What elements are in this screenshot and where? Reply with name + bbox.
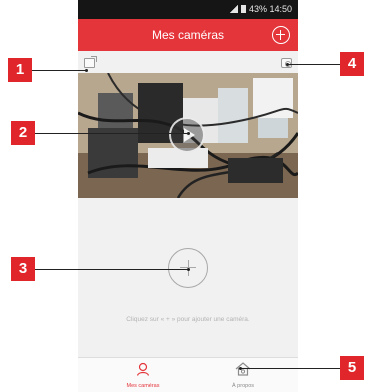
tab-bar: Mes caméras À propos <box>78 357 298 392</box>
callout-1-leader <box>32 70 86 71</box>
callout-1: 1 <box>8 58 32 82</box>
tab-about-label: À propos <box>231 383 254 389</box>
page-title: Mes caméras <box>151 28 225 42</box>
callout-2-leader <box>35 133 188 134</box>
tab-my-cameras-label: Mes caméras <box>126 383 160 389</box>
app-header: Mes caméras <box>78 19 298 51</box>
callout-3-dot <box>187 268 190 271</box>
callout-4-leader <box>287 64 340 65</box>
person-icon <box>136 362 150 376</box>
tab-about[interactable]: À propos <box>203 362 283 389</box>
callout-2-dot <box>187 132 190 135</box>
status-bar: 43% 14:50 <box>78 0 298 19</box>
tab-my-cameras[interactable]: Mes caméras <box>103 362 183 389</box>
callout-4-dot <box>286 63 289 66</box>
callout-1-dot <box>85 69 88 72</box>
callout-5-dot <box>239 367 242 370</box>
callout-4: 4 <box>340 52 364 76</box>
add-camera-button[interactable] <box>272 26 290 44</box>
share-icon[interactable] <box>84 56 97 68</box>
callout-5-leader <box>240 368 340 369</box>
status-text: 43% 14:50 <box>248 4 292 14</box>
callout-3: 3 <box>11 257 35 281</box>
battery-icon <box>240 5 246 13</box>
add-camera-hint: Cliquez sur « + » pour ajouter une camér… <box>126 316 250 323</box>
play-icon[interactable] <box>169 117 205 153</box>
phone-screen: 43% 14:50 Mes caméras Cliquez sur « + » … <box>78 0 298 392</box>
camera-feed[interactable] <box>78 73 298 198</box>
signal-icon <box>229 5 238 13</box>
callout-2: 2 <box>11 121 35 145</box>
home-icon <box>235 362 251 376</box>
callout-5: 5 <box>340 356 364 380</box>
callout-3-leader <box>35 269 188 270</box>
